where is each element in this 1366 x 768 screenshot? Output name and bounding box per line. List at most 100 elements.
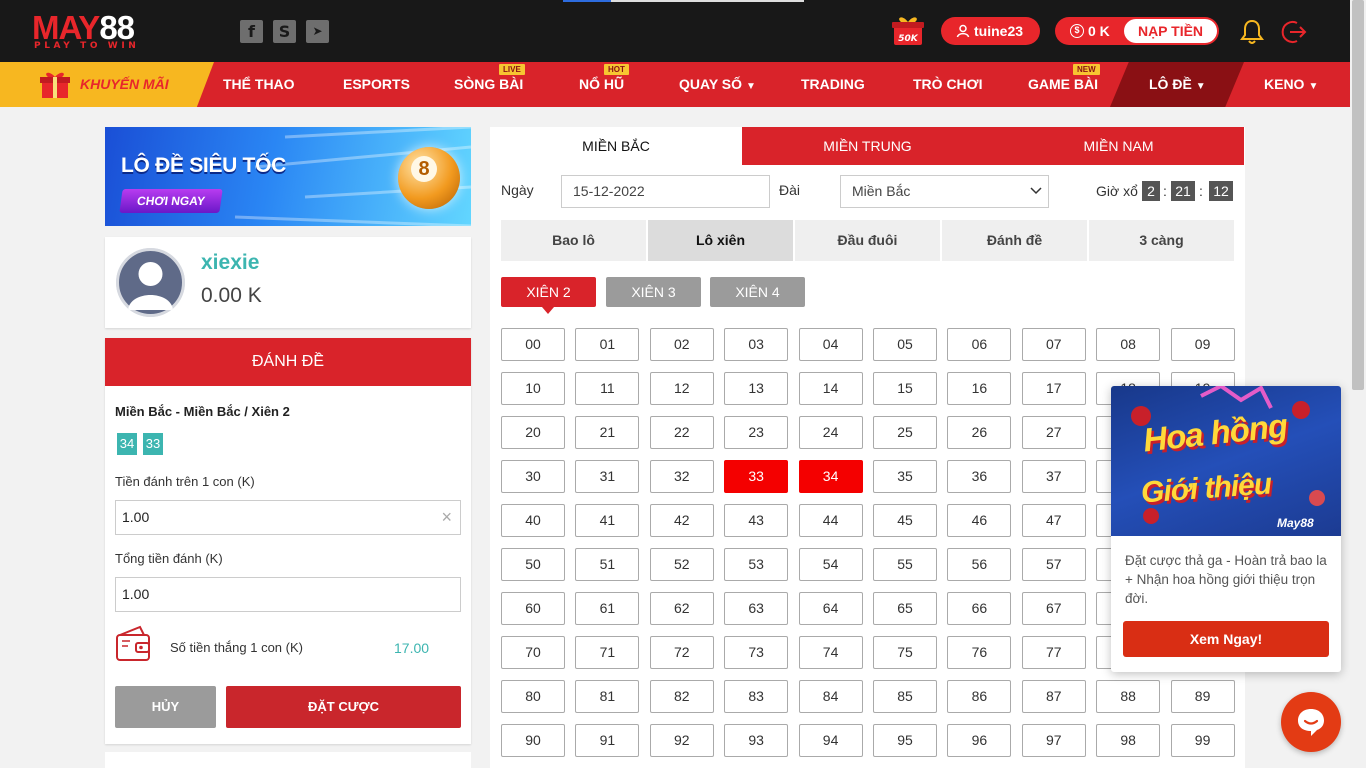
number-cell-50[interactable]: 50: [501, 548, 565, 581]
number-cell-60[interactable]: 60: [501, 592, 565, 625]
number-cell-94[interactable]: 94: [798, 724, 863, 757]
number-cell-76[interactable]: 76: [947, 636, 1012, 669]
number-cell-73[interactable]: 73: [724, 636, 789, 669]
place-bet-button[interactable]: ĐẶT CƯỢC: [226, 686, 461, 728]
number-cell-44[interactable]: 44: [798, 504, 863, 537]
popup-view-now-button[interactable]: Xem Ngay!: [1123, 621, 1329, 657]
number-cell-90[interactable]: 90: [501, 724, 565, 757]
may88-logo[interactable]: MAY88 PLAY TO WIN: [32, 11, 177, 52]
stake-input[interactable]: 1.00 ×: [115, 500, 461, 535]
number-cell-01[interactable]: 01: [575, 328, 640, 361]
number-cell-80[interactable]: 80: [501, 680, 565, 713]
number-cell-14[interactable]: 14: [798, 372, 863, 405]
number-cell-03[interactable]: 03: [724, 328, 789, 361]
number-cell-32[interactable]: 32: [649, 460, 714, 493]
number-cell-52[interactable]: 52: [649, 548, 714, 581]
tab-dau-duoi[interactable]: Đầu đuôi: [795, 220, 940, 261]
number-cell-65[interactable]: 65: [873, 592, 937, 625]
number-cell-46[interactable]: 46: [947, 504, 1012, 537]
clear-icon[interactable]: ×: [441, 501, 452, 534]
number-cell-84[interactable]: 84: [798, 680, 863, 713]
number-cell-43[interactable]: 43: [724, 504, 789, 537]
bell-icon[interactable]: [1240, 19, 1264, 50]
number-cell-92[interactable]: 92: [649, 724, 714, 757]
number-cell-56[interactable]: 56: [947, 548, 1012, 581]
tab-mien-nam[interactable]: MIỀN NAM: [993, 127, 1244, 165]
number-cell-95[interactable]: 95: [873, 724, 937, 757]
number-cell-26[interactable]: 26: [947, 416, 1012, 449]
number-cell-10[interactable]: 10: [501, 372, 565, 405]
tab-mien-trung[interactable]: MIỀN TRUNG: [742, 127, 993, 165]
number-cell-36[interactable]: 36: [947, 460, 1012, 493]
logout-icon[interactable]: [1281, 19, 1307, 50]
number-cell-47[interactable]: 47: [1021, 504, 1086, 537]
number-cell-63[interactable]: 63: [724, 592, 789, 625]
number-cell-74[interactable]: 74: [798, 636, 863, 669]
chat-button[interactable]: [1281, 692, 1341, 752]
skype-icon[interactable]: S: [273, 20, 296, 43]
gift-50k-icon[interactable]: 50K: [892, 16, 924, 46]
number-cell-02[interactable]: 02: [649, 328, 714, 361]
number-cell-64[interactable]: 64: [798, 592, 863, 625]
number-cell-93[interactable]: 93: [724, 724, 789, 757]
number-cell-98[interactable]: 98: [1096, 724, 1161, 757]
number-cell-88[interactable]: 88: [1096, 680, 1161, 713]
number-cell-62[interactable]: 62: [649, 592, 714, 625]
cancel-button[interactable]: HỦY: [115, 686, 216, 728]
number-cell-72[interactable]: 72: [649, 636, 714, 669]
nav-item-quay-so[interactable]: QUAY SỐ ▼: [679, 62, 756, 107]
number-cell-99[interactable]: 99: [1170, 724, 1235, 757]
nav-item-lo-de[interactable]: LÔ ĐỀ ▼: [1149, 62, 1206, 107]
number-cell-85[interactable]: 85: [873, 680, 937, 713]
number-cell-08[interactable]: 08: [1096, 328, 1161, 361]
scrollbar-thumb[interactable]: [1352, 0, 1364, 390]
number-cell-20[interactable]: 20: [501, 416, 565, 449]
number-cell-55[interactable]: 55: [873, 548, 937, 581]
number-cell-87[interactable]: 87: [1021, 680, 1086, 713]
number-cell-96[interactable]: 96: [947, 724, 1012, 757]
number-cell-06[interactable]: 06: [947, 328, 1012, 361]
total-input[interactable]: 1.00: [115, 577, 461, 612]
number-cell-07[interactable]: 07: [1021, 328, 1086, 361]
number-cell-86[interactable]: 86: [947, 680, 1012, 713]
nav-item-the-thao[interactable]: THỂ THAO: [223, 62, 295, 107]
number-cell-57[interactable]: 57: [1021, 548, 1086, 581]
number-cell-21[interactable]: 21: [575, 416, 640, 449]
nav-item-tro-choi[interactable]: TRÒ CHƠI: [913, 62, 983, 107]
number-cell-51[interactable]: 51: [575, 548, 640, 581]
number-cell-23[interactable]: 23: [724, 416, 789, 449]
number-cell-16[interactable]: 16: [947, 372, 1012, 405]
number-cell-25[interactable]: 25: [873, 416, 937, 449]
tab-mien-bac[interactable]: MIỀN BẮC: [490, 127, 742, 165]
number-cell-11[interactable]: 11: [575, 372, 640, 405]
number-cell-41[interactable]: 41: [575, 504, 640, 537]
nav-item-keno[interactable]: KENO ▼: [1264, 62, 1318, 107]
number-cell-17[interactable]: 17: [1021, 372, 1086, 405]
number-cell-30[interactable]: 30: [501, 460, 565, 493]
page-scrollbar[interactable]: [1350, 0, 1366, 768]
number-cell-67[interactable]: 67: [1021, 592, 1086, 625]
number-cell-97[interactable]: 97: [1021, 724, 1086, 757]
promo-banner[interactable]: LÔ ĐỀ SIÊU TỐC CHƠI NGAY 8: [105, 127, 471, 226]
nav-item-esports[interactable]: ESPORTS: [343, 62, 410, 107]
number-cell-45[interactable]: 45: [873, 504, 937, 537]
number-cell-66[interactable]: 66: [947, 592, 1012, 625]
number-cell-54[interactable]: 54: [798, 548, 863, 581]
number-cell-24[interactable]: 24: [798, 416, 863, 449]
number-cell-70[interactable]: 70: [501, 636, 565, 669]
number-cell-15[interactable]: 15: [873, 372, 937, 405]
number-cell-42[interactable]: 42: [649, 504, 714, 537]
number-cell-83[interactable]: 83: [724, 680, 789, 713]
station-select[interactable]: Miền Bắc: [840, 175, 1049, 208]
number-cell-81[interactable]: 81: [575, 680, 640, 713]
tab-danh-de[interactable]: Đánh đề: [942, 220, 1087, 261]
number-cell-40[interactable]: 40: [501, 504, 565, 537]
number-cell-77[interactable]: 77: [1021, 636, 1086, 669]
number-cell-27[interactable]: 27: [1021, 416, 1086, 449]
number-cell-91[interactable]: 91: [575, 724, 640, 757]
number-cell-09[interactable]: 09: [1170, 328, 1235, 361]
tab-lo-xien[interactable]: Lô xiên: [648, 220, 793, 261]
number-cell-05[interactable]: 05: [873, 328, 937, 361]
banner-play-button[interactable]: CHƠI NGAY: [119, 189, 223, 213]
date-input[interactable]: 15-12-2022: [561, 175, 770, 208]
